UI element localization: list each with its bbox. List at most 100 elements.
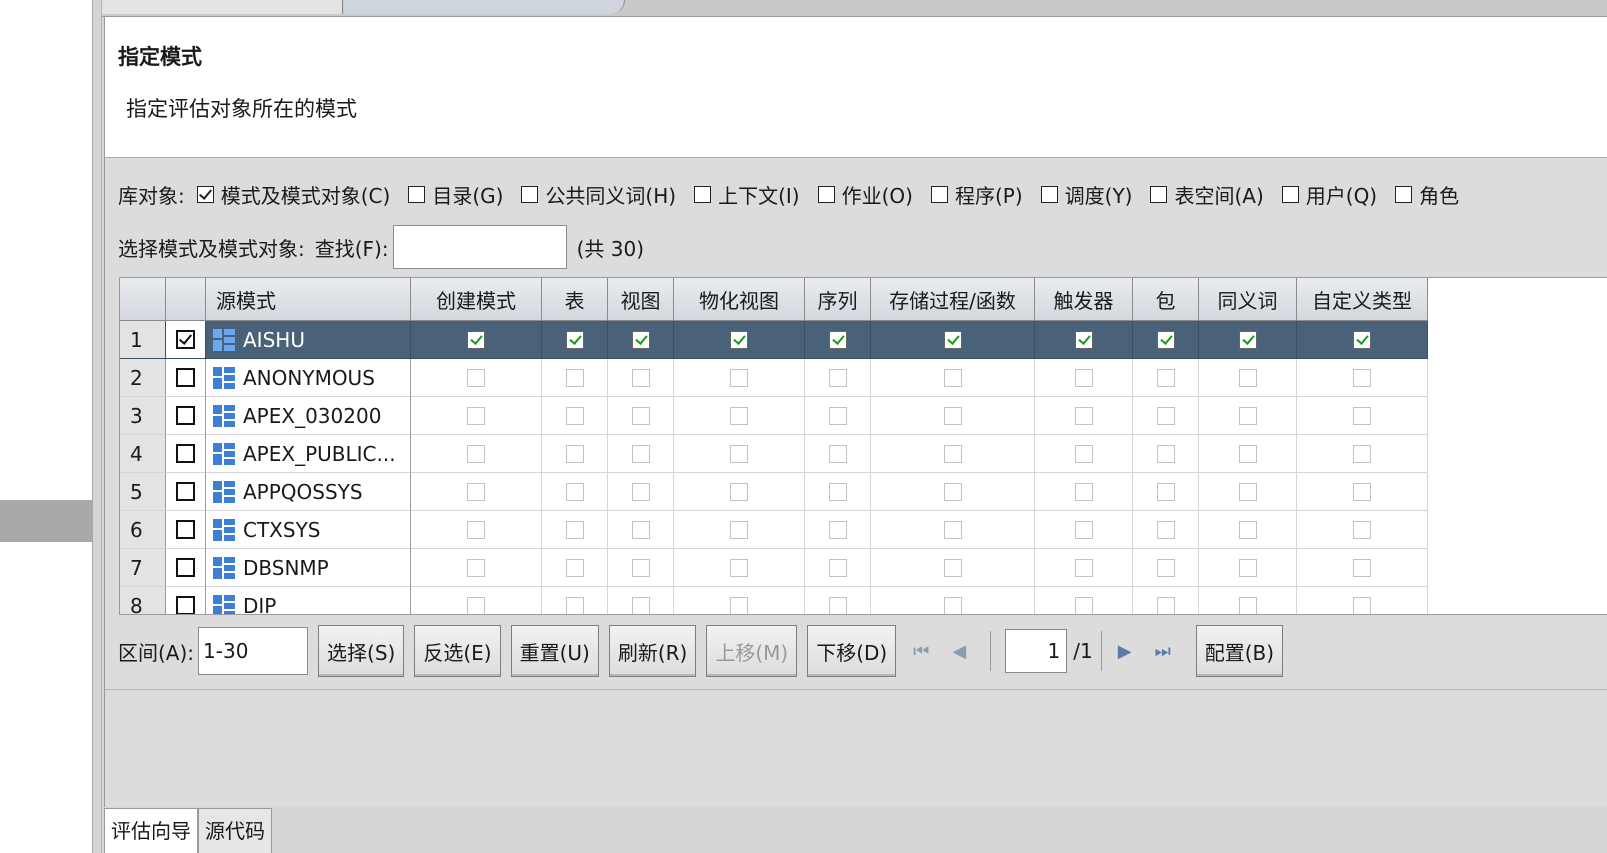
object-type-cell[interactable] xyxy=(1199,435,1297,473)
object-type-checkbox[interactable] xyxy=(1238,596,1257,614)
object-type-cell[interactable] xyxy=(674,549,805,587)
library-object-checkbox[interactable]: 角色 xyxy=(1395,180,1459,209)
object-type-checkbox[interactable] xyxy=(1074,330,1093,349)
object-type-checkbox[interactable] xyxy=(565,482,584,501)
object-type-checkbox[interactable] xyxy=(730,482,748,501)
library-object-checkbox[interactable]: 用户(Q) xyxy=(1281,180,1377,209)
column-header[interactable]: 自定义类型 xyxy=(1297,278,1428,321)
object-type-checkbox[interactable] xyxy=(467,406,485,425)
object-type-checkbox[interactable] xyxy=(828,444,847,463)
row-select-checkbox[interactable] xyxy=(176,558,195,577)
object-type-cell[interactable] xyxy=(1297,435,1428,473)
object-type-cell[interactable] xyxy=(1199,321,1297,359)
column-header[interactable] xyxy=(120,278,166,321)
object-type-cell[interactable] xyxy=(674,359,805,397)
object-type-checkbox[interactable] xyxy=(828,482,847,501)
column-header[interactable]: 物化视图 xyxy=(674,278,805,321)
object-type-cell[interactable] xyxy=(542,321,608,359)
object-type-checkbox[interactable] xyxy=(1238,558,1257,577)
object-type-checkbox[interactable] xyxy=(1238,482,1257,501)
object-type-checkbox[interactable] xyxy=(943,482,962,501)
object-type-cell[interactable] xyxy=(1035,359,1133,397)
object-type-cell[interactable] xyxy=(1199,473,1297,511)
object-type-cell[interactable] xyxy=(1199,397,1297,435)
object-type-cell[interactable] xyxy=(1035,397,1133,435)
object-type-cell[interactable] xyxy=(871,473,1035,511)
table-row[interactable]: 4 APEX_PUBLIC... xyxy=(120,435,1428,473)
row-select-cell[interactable] xyxy=(166,397,206,435)
object-type-checkbox[interactable] xyxy=(1353,558,1371,577)
object-type-checkbox[interactable] xyxy=(1156,406,1175,425)
column-header[interactable]: 存储过程/函数 xyxy=(871,278,1035,321)
table-row[interactable]: 8 DIP xyxy=(120,587,1428,614)
object-type-cell[interactable] xyxy=(608,511,674,549)
library-object-checkbox[interactable]: 作业(O) xyxy=(817,180,913,209)
object-type-checkbox[interactable] xyxy=(467,558,485,577)
toolbar-button[interactable]: 重置(U) xyxy=(510,625,599,677)
checkbox-icon[interactable] xyxy=(1150,185,1168,203)
object-type-checkbox[interactable] xyxy=(1074,444,1093,463)
object-type-cell[interactable] xyxy=(608,321,674,359)
table-row[interactable]: 1 AISHU xyxy=(120,321,1428,359)
bottom-tab[interactable]: 源代码 xyxy=(198,808,272,853)
library-object-checkbox[interactable]: 目录(G) xyxy=(408,180,503,209)
object-type-checkbox[interactable] xyxy=(1156,596,1175,614)
object-type-cell[interactable] xyxy=(674,473,805,511)
library-object-checkbox[interactable]: 模式及模式对象(C) xyxy=(196,180,390,209)
object-type-cell[interactable] xyxy=(871,321,1035,359)
object-type-cell[interactable] xyxy=(1133,397,1199,435)
object-type-cell[interactable] xyxy=(411,511,542,549)
object-type-cell[interactable] xyxy=(1133,473,1199,511)
object-type-cell[interactable] xyxy=(1035,549,1133,587)
object-type-checkbox[interactable] xyxy=(943,368,962,387)
object-type-cell[interactable] xyxy=(805,587,871,614)
object-type-checkbox[interactable] xyxy=(828,520,847,539)
object-type-cell[interactable] xyxy=(674,397,805,435)
object-type-cell[interactable] xyxy=(608,397,674,435)
checkbox-icon[interactable] xyxy=(408,185,426,203)
object-type-cell[interactable] xyxy=(1297,511,1428,549)
config-button[interactable]: 配置(B) xyxy=(1195,625,1284,677)
object-type-checkbox[interactable] xyxy=(1156,558,1175,577)
object-type-cell[interactable] xyxy=(411,473,542,511)
object-type-checkbox[interactable] xyxy=(1238,368,1257,387)
schema-name-cell[interactable]: DBSNMP xyxy=(206,549,411,587)
object-type-cell[interactable] xyxy=(1199,511,1297,549)
object-type-cell[interactable] xyxy=(1133,549,1199,587)
object-type-cell[interactable] xyxy=(608,473,674,511)
row-select-cell[interactable] xyxy=(166,511,206,549)
object-type-checkbox[interactable] xyxy=(943,520,962,539)
prev-page-icon[interactable]: ◀ xyxy=(944,636,974,666)
library-object-checkbox[interactable]: 表空间(A) xyxy=(1150,180,1264,209)
row-select-checkbox[interactable] xyxy=(176,406,195,425)
object-type-checkbox[interactable] xyxy=(943,406,962,425)
checkbox-icon[interactable] xyxy=(817,185,835,203)
object-type-checkbox[interactable] xyxy=(1353,368,1371,387)
object-type-cell[interactable] xyxy=(608,549,674,587)
object-type-cell[interactable] xyxy=(805,397,871,435)
row-select-checkbox[interactable] xyxy=(176,330,195,349)
object-type-cell[interactable] xyxy=(542,511,608,549)
object-type-cell[interactable] xyxy=(1035,435,1133,473)
schema-name-cell[interactable]: AISHU xyxy=(206,321,411,359)
object-type-cell[interactable] xyxy=(1199,587,1297,614)
row-select-cell[interactable] xyxy=(166,473,206,511)
library-object-checkbox[interactable]: 程序(P) xyxy=(930,180,1023,209)
find-input[interactable] xyxy=(392,225,567,269)
object-type-cell[interactable] xyxy=(1035,473,1133,511)
toolbar-button[interactable]: 刷新(R) xyxy=(608,625,697,677)
object-type-checkbox[interactable] xyxy=(1074,520,1093,539)
object-type-checkbox[interactable] xyxy=(631,520,650,539)
object-type-checkbox[interactable] xyxy=(565,596,584,614)
left-panel-selected-item[interactable] xyxy=(0,500,92,542)
object-type-cell[interactable] xyxy=(542,435,608,473)
checkbox-icon[interactable] xyxy=(694,185,712,203)
row-select-cell[interactable] xyxy=(166,549,206,587)
next-page-icon[interactable]: ▶ xyxy=(1110,636,1140,666)
row-select-cell[interactable] xyxy=(166,435,206,473)
column-header[interactable]: 视图 xyxy=(608,278,674,321)
object-type-cell[interactable] xyxy=(1035,511,1133,549)
object-type-checkbox[interactable] xyxy=(631,406,650,425)
object-type-checkbox[interactable] xyxy=(467,596,485,614)
object-type-cell[interactable] xyxy=(542,549,608,587)
